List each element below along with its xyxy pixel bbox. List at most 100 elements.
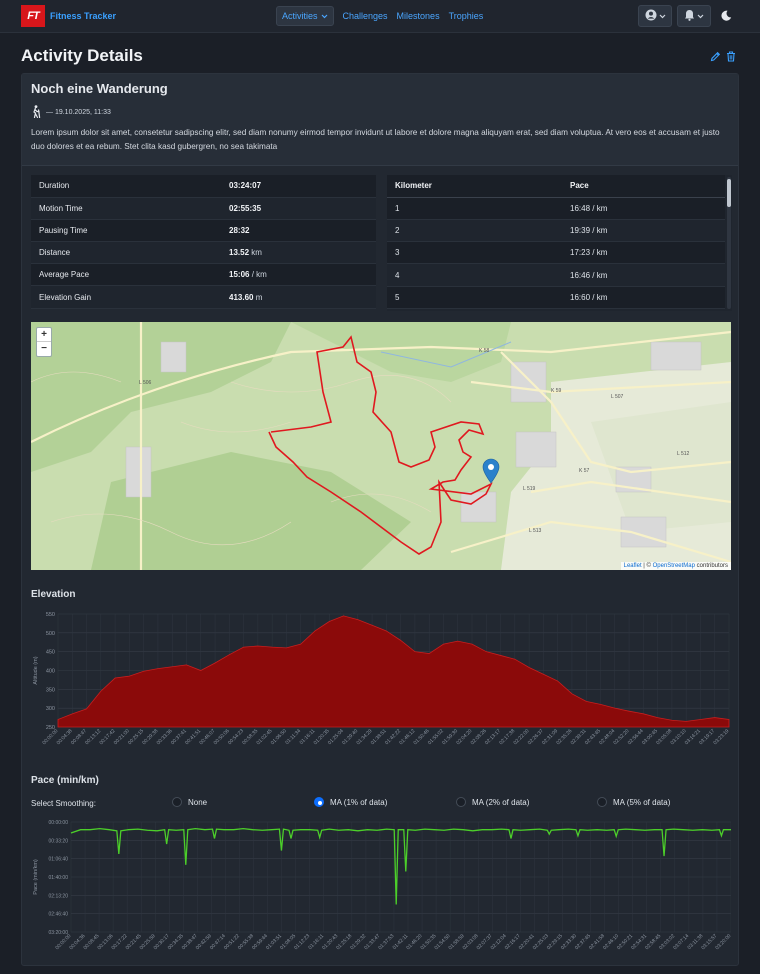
map-road-label: L 507 — [611, 394, 624, 400]
smoothing-option-ma2[interactable]: MA (2% of data) — [456, 797, 529, 807]
osm-link[interactable]: OpenStreetMap — [653, 563, 695, 569]
elevation-chart[interactable]: 25030035040045050055000:00:0000:04:3800:… — [31, 606, 731, 754]
hiking-icon — [31, 105, 41, 120]
app-name[interactable]: Fitness Tracker — [50, 11, 116, 21]
trash-icon[interactable] — [726, 51, 736, 64]
table-row: 3 17:23 / km — [387, 241, 725, 265]
notifications-button[interactable] — [677, 5, 711, 27]
radio-button[interactable] — [172, 797, 182, 807]
theme-toggle-button[interactable] — [716, 5, 736, 27]
radio-label: None — [188, 797, 208, 807]
stat-value: 28:32 — [221, 219, 376, 243]
moon-icon — [720, 10, 732, 23]
route-map[interactable]: K 58 K 59 L 506 L 507 L 512 K 57 L 519 L… — [31, 322, 731, 570]
y-tick-label: 01:06:40 — [49, 857, 69, 863]
radio-button[interactable] — [456, 797, 466, 807]
table-row: Elevation Gain 413.60 m — [31, 285, 376, 309]
stat-value: 02:55:35 — [221, 197, 376, 220]
y-tick-label: 300 — [46, 706, 55, 712]
pace-line — [70, 827, 731, 905]
stat-value-number: 03:24:07 — [229, 181, 262, 191]
nav-milestones[interactable]: Milestones — [397, 11, 440, 21]
y-tick-label: 00:33:20 — [49, 838, 69, 844]
navbar: FT Fitness Tracker Activities Challenges… — [0, 0, 760, 33]
nav-activities-label: Activities — [282, 11, 318, 21]
stat-value-number: 28:32 — [229, 225, 250, 235]
splits-scrollbar[interactable] — [727, 177, 731, 309]
stat-value: 15:06 / km — [221, 263, 376, 287]
table-row: Distance 13.52 km — [31, 241, 376, 265]
y-tick-label: 02:46:40 — [49, 912, 69, 918]
split-km: 5 — [387, 286, 562, 309]
stat-value-number: 15:06 — [229, 270, 250, 280]
map-road-label: K 59 — [551, 388, 562, 394]
y-tick-label: 00:00:00 — [49, 820, 69, 826]
user-menu-button[interactable] — [638, 5, 672, 27]
smoothing-option-none[interactable]: None — [172, 797, 207, 807]
radio-button-selected[interactable] — [314, 797, 324, 807]
nav-challenges[interactable]: Challenges — [343, 11, 388, 21]
stat-value: 13.52 km — [221, 241, 376, 265]
table-row: 1 16:48 / km — [387, 197, 725, 220]
brand[interactable]: FT Fitness Tracker — [21, 5, 116, 27]
map-road-label: L 513 — [529, 528, 542, 534]
split-km: 3 — [387, 241, 562, 265]
radio-label: MA (1% of data) — [330, 797, 388, 807]
table-row: Motion Time 02:55:35 — [31, 197, 376, 220]
zoom-out-button[interactable]: − — [37, 342, 51, 356]
page-title: Activity Details — [21, 46, 143, 65]
radio-button[interactable] — [597, 797, 607, 807]
map-attribution: Leaflet | © OpenStreetMap contributors — [620, 562, 731, 570]
map-road-label: K 57 — [579, 468, 590, 474]
split-pace: 16:48 / km — [562, 197, 725, 220]
zoom-in-button[interactable]: + — [37, 328, 51, 342]
stat-label: Duration — [31, 175, 221, 198]
chevron-down-icon — [321, 11, 328, 21]
y-tick-label: 550 — [46, 612, 55, 618]
nav-activities-dropdown[interactable]: Activities — [276, 6, 334, 26]
attribution-separator: | © — [641, 563, 653, 569]
activity-description: Lorem ipsum dolor sit amet, consetetur s… — [31, 128, 720, 151]
stat-label: Elevation Gain — [31, 285, 221, 309]
smoothing-label: Select Smoothing: — [31, 799, 96, 808]
stat-value: 413.60 m — [221, 285, 376, 309]
edit-icon[interactable] — [710, 51, 721, 64]
splits-table: Kilometer Pace 1 16:48 / km 2 19:39 / km 3… — [387, 175, 725, 309]
map-zoom-control: + − — [36, 327, 52, 357]
chevron-down-icon — [697, 11, 704, 21]
split-pace: 16:60 / km — [562, 286, 725, 309]
leaflet-link[interactable]: Leaflet — [624, 563, 642, 569]
y-tick-label: 450 — [46, 650, 55, 656]
stat-label: Average Pace — [31, 263, 221, 287]
stat-unit: km — [251, 248, 262, 258]
map-tiles: K 58 K 59 L 506 L 507 L 512 K 57 L 519 L… — [31, 322, 731, 570]
split-km: 2 — [387, 219, 562, 243]
smoothing-option-ma5[interactable]: MA (5% of data) — [597, 797, 670, 807]
column-header-pace: Pace — [562, 175, 725, 198]
stat-label: Motion Time — [31, 197, 221, 220]
table-row: 2 19:39 / km — [387, 219, 725, 243]
stats-table: Duration 03:24:07 Motion Time 02:55:35 P… — [31, 175, 376, 309]
activity-datetime: — 19.10.2025, 11:33 — [46, 109, 111, 116]
splits-table-container[interactable]: Kilometer Pace 1 16:48 / km 2 19:39 / km 3… — [387, 175, 732, 311]
column-header-kilometer: Kilometer — [387, 175, 562, 198]
activity-name: Noch eine Wanderung — [31, 81, 168, 96]
app-logo[interactable]: FT — [21, 5, 45, 27]
table-row: Pausing Time 28:32 — [31, 219, 376, 243]
split-pace: 16:46 / km — [562, 263, 725, 287]
main-nav: Activities Challenges Milestones Trophie… — [276, 6, 483, 26]
scrollbar-thumb[interactable] — [727, 179, 731, 207]
bell-icon — [684, 9, 695, 23]
activity-actions — [710, 51, 736, 64]
nav-trophies[interactable]: Trophies — [449, 11, 484, 21]
table-header-row: Kilometer Pace — [387, 175, 725, 198]
stat-label: Pausing Time — [31, 219, 221, 243]
map-road-label: L 519 — [523, 486, 536, 492]
map-road-label: K 58 — [479, 348, 490, 354]
radio-label: MA (2% of data) — [472, 797, 530, 807]
pace-chart[interactable]: 00:00:00 00:33:20 01:06:40 01:40:00 02:13:20… — [31, 814, 731, 964]
y-tick-label: 500 — [46, 631, 55, 637]
smoothing-option-ma1[interactable]: MA (1% of data) — [314, 797, 387, 807]
y-axis-label: Altitude (m) — [33, 656, 39, 684]
stat-value-number: 13.52 — [229, 248, 250, 258]
